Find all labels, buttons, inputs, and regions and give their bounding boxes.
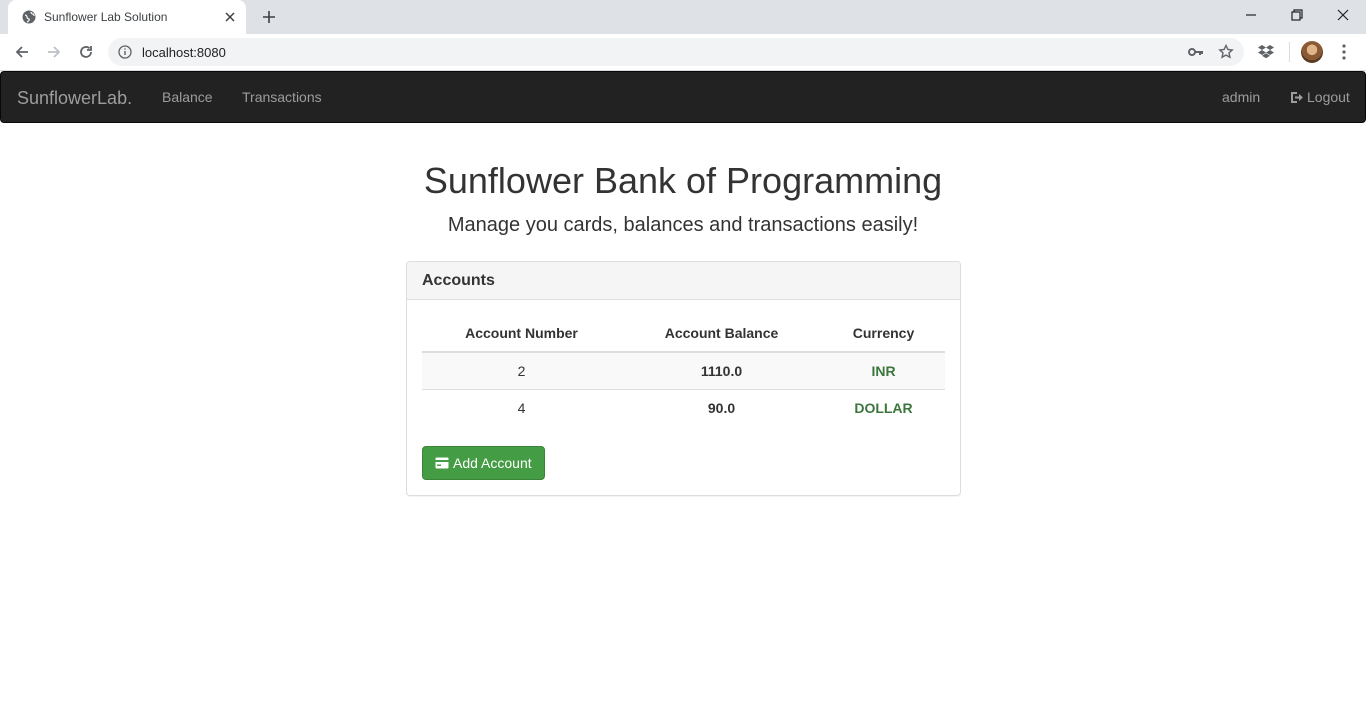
logout-label: Logout	[1307, 89, 1350, 105]
panel-heading: Accounts	[407, 262, 960, 300]
account-balance: 1110.0	[621, 351, 822, 389]
brand-link[interactable]: SunflowerLab.	[17, 88, 132, 109]
tab-title: Sunflower Lab Solution	[44, 10, 168, 24]
nav-user-admin[interactable]: admin	[1222, 89, 1260, 105]
bookmark-star-icon[interactable]	[1218, 44, 1234, 60]
globe-icon	[22, 10, 36, 24]
column-header: Account Balance	[621, 315, 822, 353]
panel-body: Account Number Account Balance Currency …	[407, 300, 960, 441]
table-header-row: Account Number Account Balance Currency	[422, 315, 945, 353]
nav-link-balance[interactable]: Balance	[162, 89, 213, 105]
profile-avatar[interactable]	[1301, 41, 1323, 63]
account-number: 4	[422, 388, 621, 426]
add-account-label: Add Account	[453, 455, 532, 471]
browser-tabstrip: Sunflower Lab Solution	[0, 0, 1366, 34]
account-currency: INR	[822, 351, 945, 389]
kebab-menu-icon[interactable]	[1336, 43, 1352, 61]
info-icon[interactable]	[118, 45, 132, 59]
accounts-table: Account Number Account Balance Currency …	[422, 315, 945, 426]
address-bar[interactable]: localhost:8080	[108, 38, 1244, 66]
page-subtitle: Manage you cards, balances and transacti…	[447, 214, 919, 236]
dropbox-extension-icon[interactable]	[1258, 43, 1274, 59]
new-tab-icon[interactable]	[261, 9, 277, 25]
logout-icon	[1291, 91, 1303, 103]
back-arrow-icon[interactable]	[13, 43, 31, 61]
logout-link[interactable]: Logout	[1290, 89, 1350, 105]
account-currency: DOLLAR	[822, 388, 945, 426]
browser-tab[interactable]: Sunflower Lab Solution	[8, 0, 246, 34]
reload-icon[interactable]	[77, 43, 95, 61]
key-icon[interactable]	[1188, 45, 1204, 59]
credit-card-icon	[435, 457, 449, 469]
close-icon[interactable]	[222, 9, 238, 25]
restore-icon[interactable]	[1289, 7, 1305, 23]
browser-toolbar: localhost:8080	[0, 34, 1366, 71]
add-account-button[interactable]: Add Account	[422, 446, 545, 480]
account-balance: 90.0	[621, 388, 822, 426]
minimize-icon[interactable]	[1243, 7, 1259, 23]
window-close-icon[interactable]	[1335, 7, 1351, 23]
table-row: 2 1110.0 INR	[422, 351, 945, 389]
forward-arrow-icon[interactable]	[45, 43, 63, 61]
nav-link-transactions[interactable]: Transactions	[242, 89, 322, 105]
account-number: 2	[422, 351, 621, 389]
column-header: Currency	[822, 315, 945, 353]
url-text: localhost:8080	[142, 45, 226, 60]
table-row: 4 90.0 DOLLAR	[422, 388, 945, 426]
column-header: Account Number	[422, 315, 621, 353]
app-navbar: SunflowerLab. Balance Transactions admin…	[0, 71, 1366, 123]
toolbar-divider	[1289, 42, 1290, 62]
accounts-panel: Accounts Account Number Account Balance …	[406, 261, 961, 496]
page-title: Sunflower Bank of Programming	[423, 160, 943, 201]
